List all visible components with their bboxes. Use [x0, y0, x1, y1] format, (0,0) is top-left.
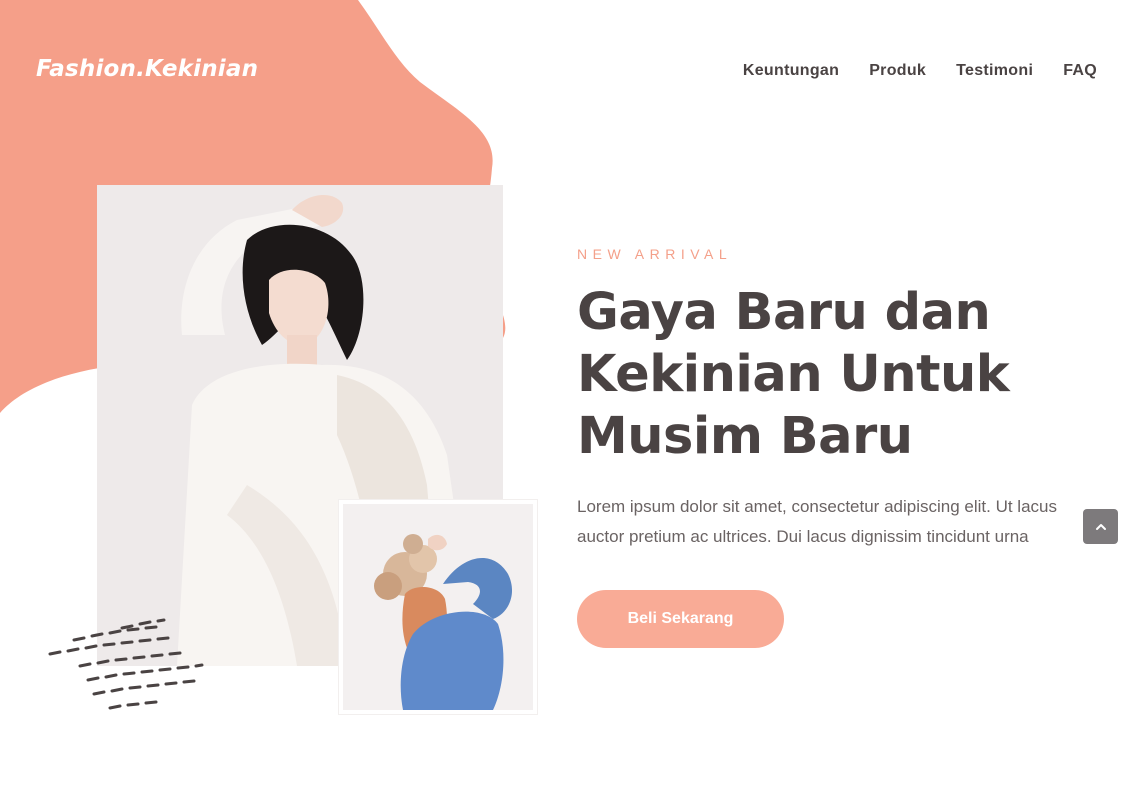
landing-page: Fashion.Kekinian Keuntungan Produk Testi…: [0, 0, 1133, 805]
nav-item-faq[interactable]: FAQ: [1063, 62, 1097, 80]
chevron-up-icon: [1095, 523, 1106, 530]
hero-headline-line-1: Gaya Baru dan: [577, 283, 991, 342]
secondary-photo-frame: [339, 500, 537, 714]
brand-logo[interactable]: Fashion.Kekinian: [36, 56, 258, 82]
hero-headline-line-2: Kekinian Untuk: [577, 345, 1010, 404]
nav-item-produk[interactable]: Produk: [869, 62, 926, 80]
nav-item-keuntungan[interactable]: Keuntungan: [743, 62, 839, 80]
buy-now-button[interactable]: Beli Sekarang: [577, 590, 784, 648]
main-nav: Keuntungan Produk Testimoni FAQ: [743, 62, 1097, 80]
decorative-dash-pattern: [48, 618, 204, 710]
scroll-to-top-button[interactable]: [1083, 509, 1118, 544]
hero-headline: Gaya Baru dan Kekinian Untuk Musim Baru: [577, 282, 1047, 468]
woman-with-flowers-photo-illustration: [343, 504, 533, 710]
hero-headline-line-3: Musim Baru: [577, 407, 913, 466]
hero-eyebrow: NEW ARRIVAL: [577, 246, 733, 262]
secondary-photo: [343, 504, 533, 710]
nav-item-testimoni[interactable]: Testimoni: [956, 62, 1033, 80]
hero-description: Lorem ipsum dolor sit amet, consectetur …: [577, 497, 1057, 546]
